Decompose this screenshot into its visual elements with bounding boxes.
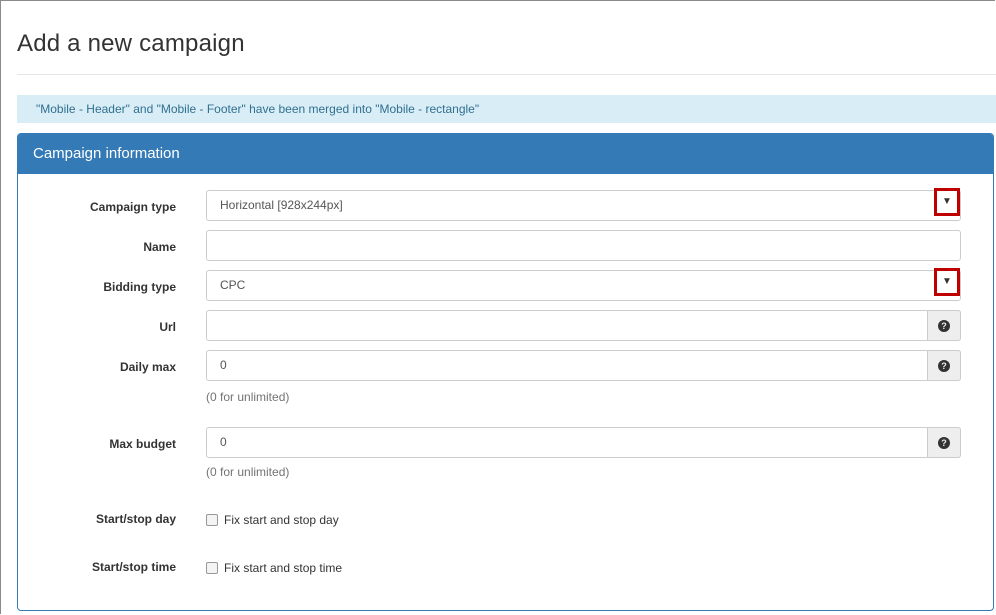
bidding-type-value: CPC [220,278,246,292]
start-stop-time-label: Start/stop time [91,560,176,574]
campaign-type-label: Campaign type [89,200,176,214]
start-stop-day-checkbox-label[interactable]: Fix start and stop day [206,513,339,527]
campaign-info-panel: Campaign information Campaign type Horiz… [17,133,994,611]
start-stop-day-label: Start/stop day [95,512,176,526]
max-budget-help-addon[interactable]: ? [927,427,961,458]
max-budget-label: Max budget [109,437,176,451]
url-label: Url [159,320,176,334]
daily-max-value: 0 [220,358,227,372]
name-input[interactable] [206,230,961,261]
start-stop-time-checkbox[interactable] [206,562,218,574]
start-stop-day-checkbox-text: Fix start and stop day [224,513,339,527]
title-divider [17,74,996,75]
campaign-type-value: Horizontal [928x244px] [220,198,343,212]
caret-down-icon: ▼ [942,196,952,207]
campaign-type-select[interactable]: Horizontal [928x244px] ▼ [206,188,961,221]
start-stop-day-checkbox[interactable] [206,514,218,526]
panel-heading: Campaign information [18,134,993,174]
max-budget-input[interactable]: 0 ? [206,427,961,458]
url-input[interactable]: ? [206,310,961,341]
daily-max-hint: (0 for unlimited) [206,390,290,404]
campaign-type-dropdown-toggle[interactable]: ▼ [934,188,960,216]
name-label: Name [143,240,176,254]
bidding-type-label: Bidding type [103,280,176,294]
caret-down-icon: ▼ [942,276,952,287]
daily-max-input[interactable]: 0 ? [206,350,961,381]
question-circle-icon: ? [938,359,950,372]
question-circle-icon: ? [938,436,950,449]
bidding-type-select[interactable]: CPC ▼ [206,268,961,301]
start-stop-time-checkbox-label[interactable]: Fix start and stop time [206,561,342,575]
start-stop-time-checkbox-text: Fix start and stop time [224,561,343,575]
daily-max-help-addon[interactable]: ? [927,350,961,381]
daily-max-label: Daily max [119,360,176,374]
question-circle-icon: ? [938,319,950,332]
max-budget-value: 0 [220,435,227,449]
max-budget-hint: (0 for unlimited) [206,465,290,479]
url-help-addon[interactable]: ? [927,310,961,341]
page-title: Add a new campaign [17,30,245,57]
info-alert: "Mobile - Header" and "Mobile - Footer" … [17,95,996,123]
bidding-type-dropdown-toggle[interactable]: ▼ [934,268,960,296]
